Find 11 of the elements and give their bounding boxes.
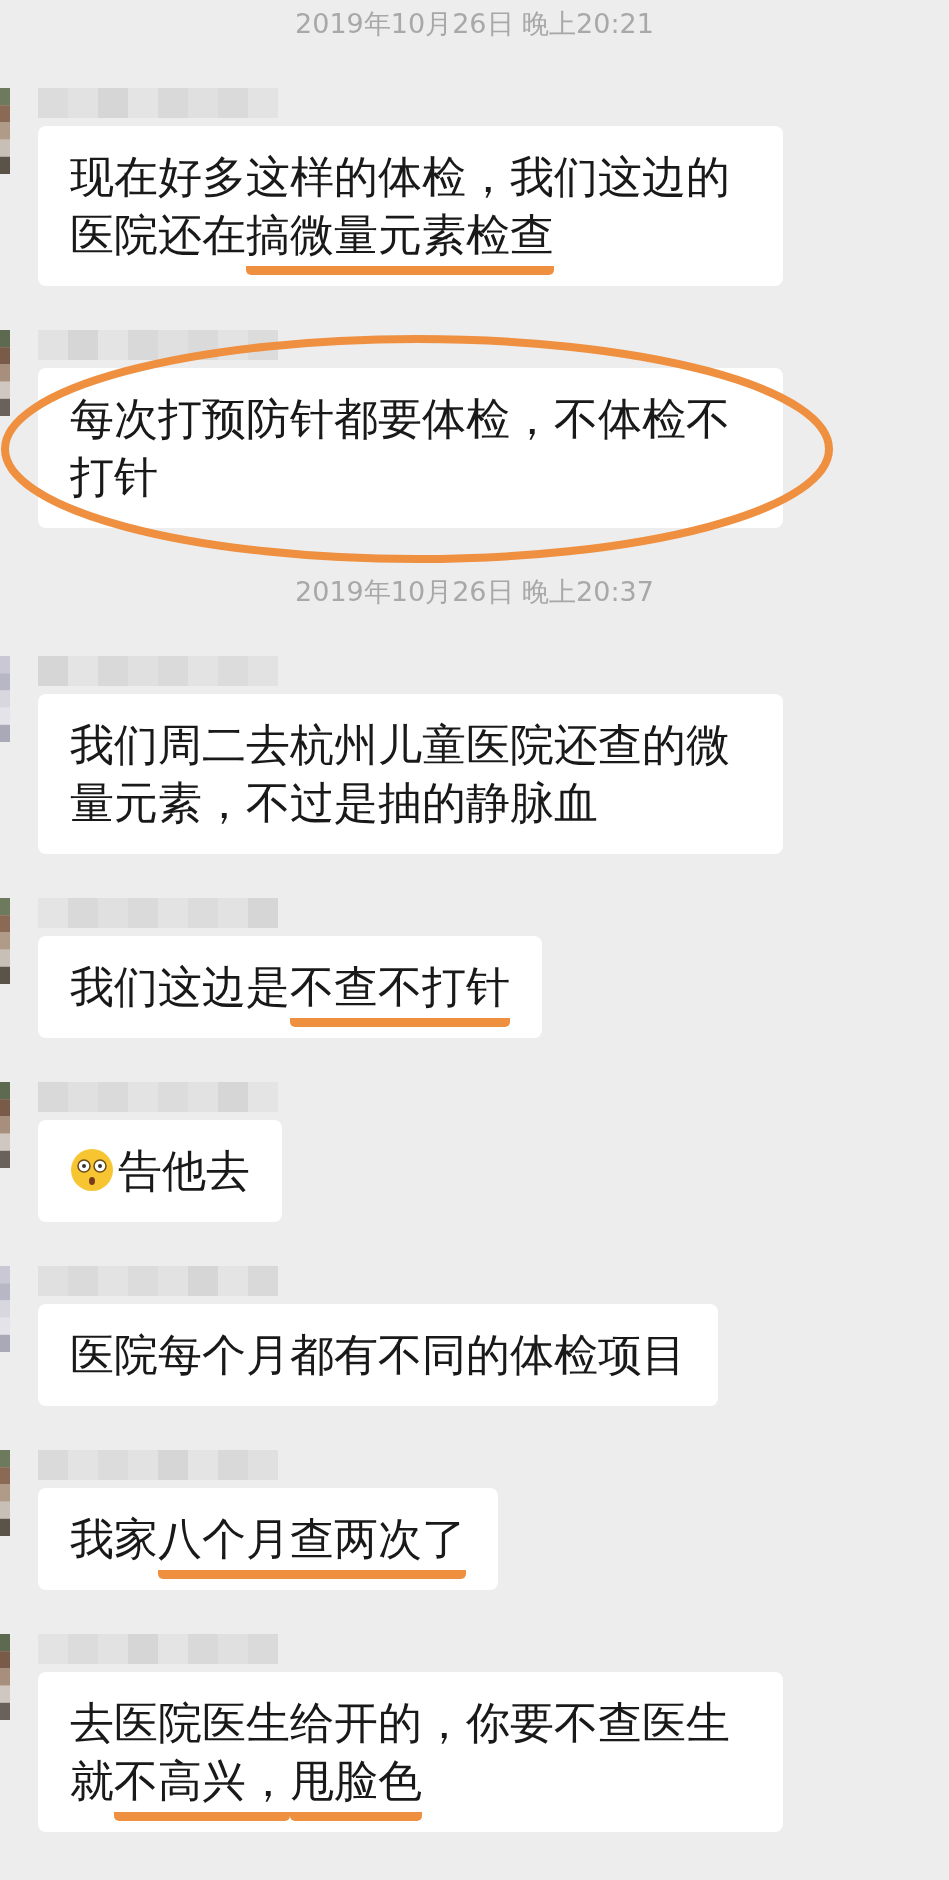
message-bubble: 我们周二去杭州儿童医院还查的微量元素，不过是抽的静脉血 bbox=[38, 694, 783, 854]
message-bubble: 医院每个月都有不同的体检项目 bbox=[38, 1304, 718, 1406]
message-bubble: 我家八个月查两次了 bbox=[38, 1488, 498, 1590]
emoji-icon bbox=[70, 1148, 114, 1192]
message-bubble: 去医院医生给开的，你要不查医生就不高兴，甩脸色 bbox=[38, 1672, 783, 1832]
timestamp: 2019年10月26日 晚上20:21 bbox=[295, 8, 654, 39]
timestamp: 2019年10月26日 晚上20:37 bbox=[295, 576, 654, 607]
message-bubble: 每次打预防针都要体检，不体检不打针 bbox=[38, 368, 783, 528]
message-bubble: 我们这边是不查不打针 bbox=[38, 936, 542, 1038]
message-bubble: 现在好多这样的体检，我们这边的医院还在搞微量元素检查 bbox=[38, 126, 783, 286]
message-bubble: 告他去 bbox=[38, 1120, 282, 1222]
